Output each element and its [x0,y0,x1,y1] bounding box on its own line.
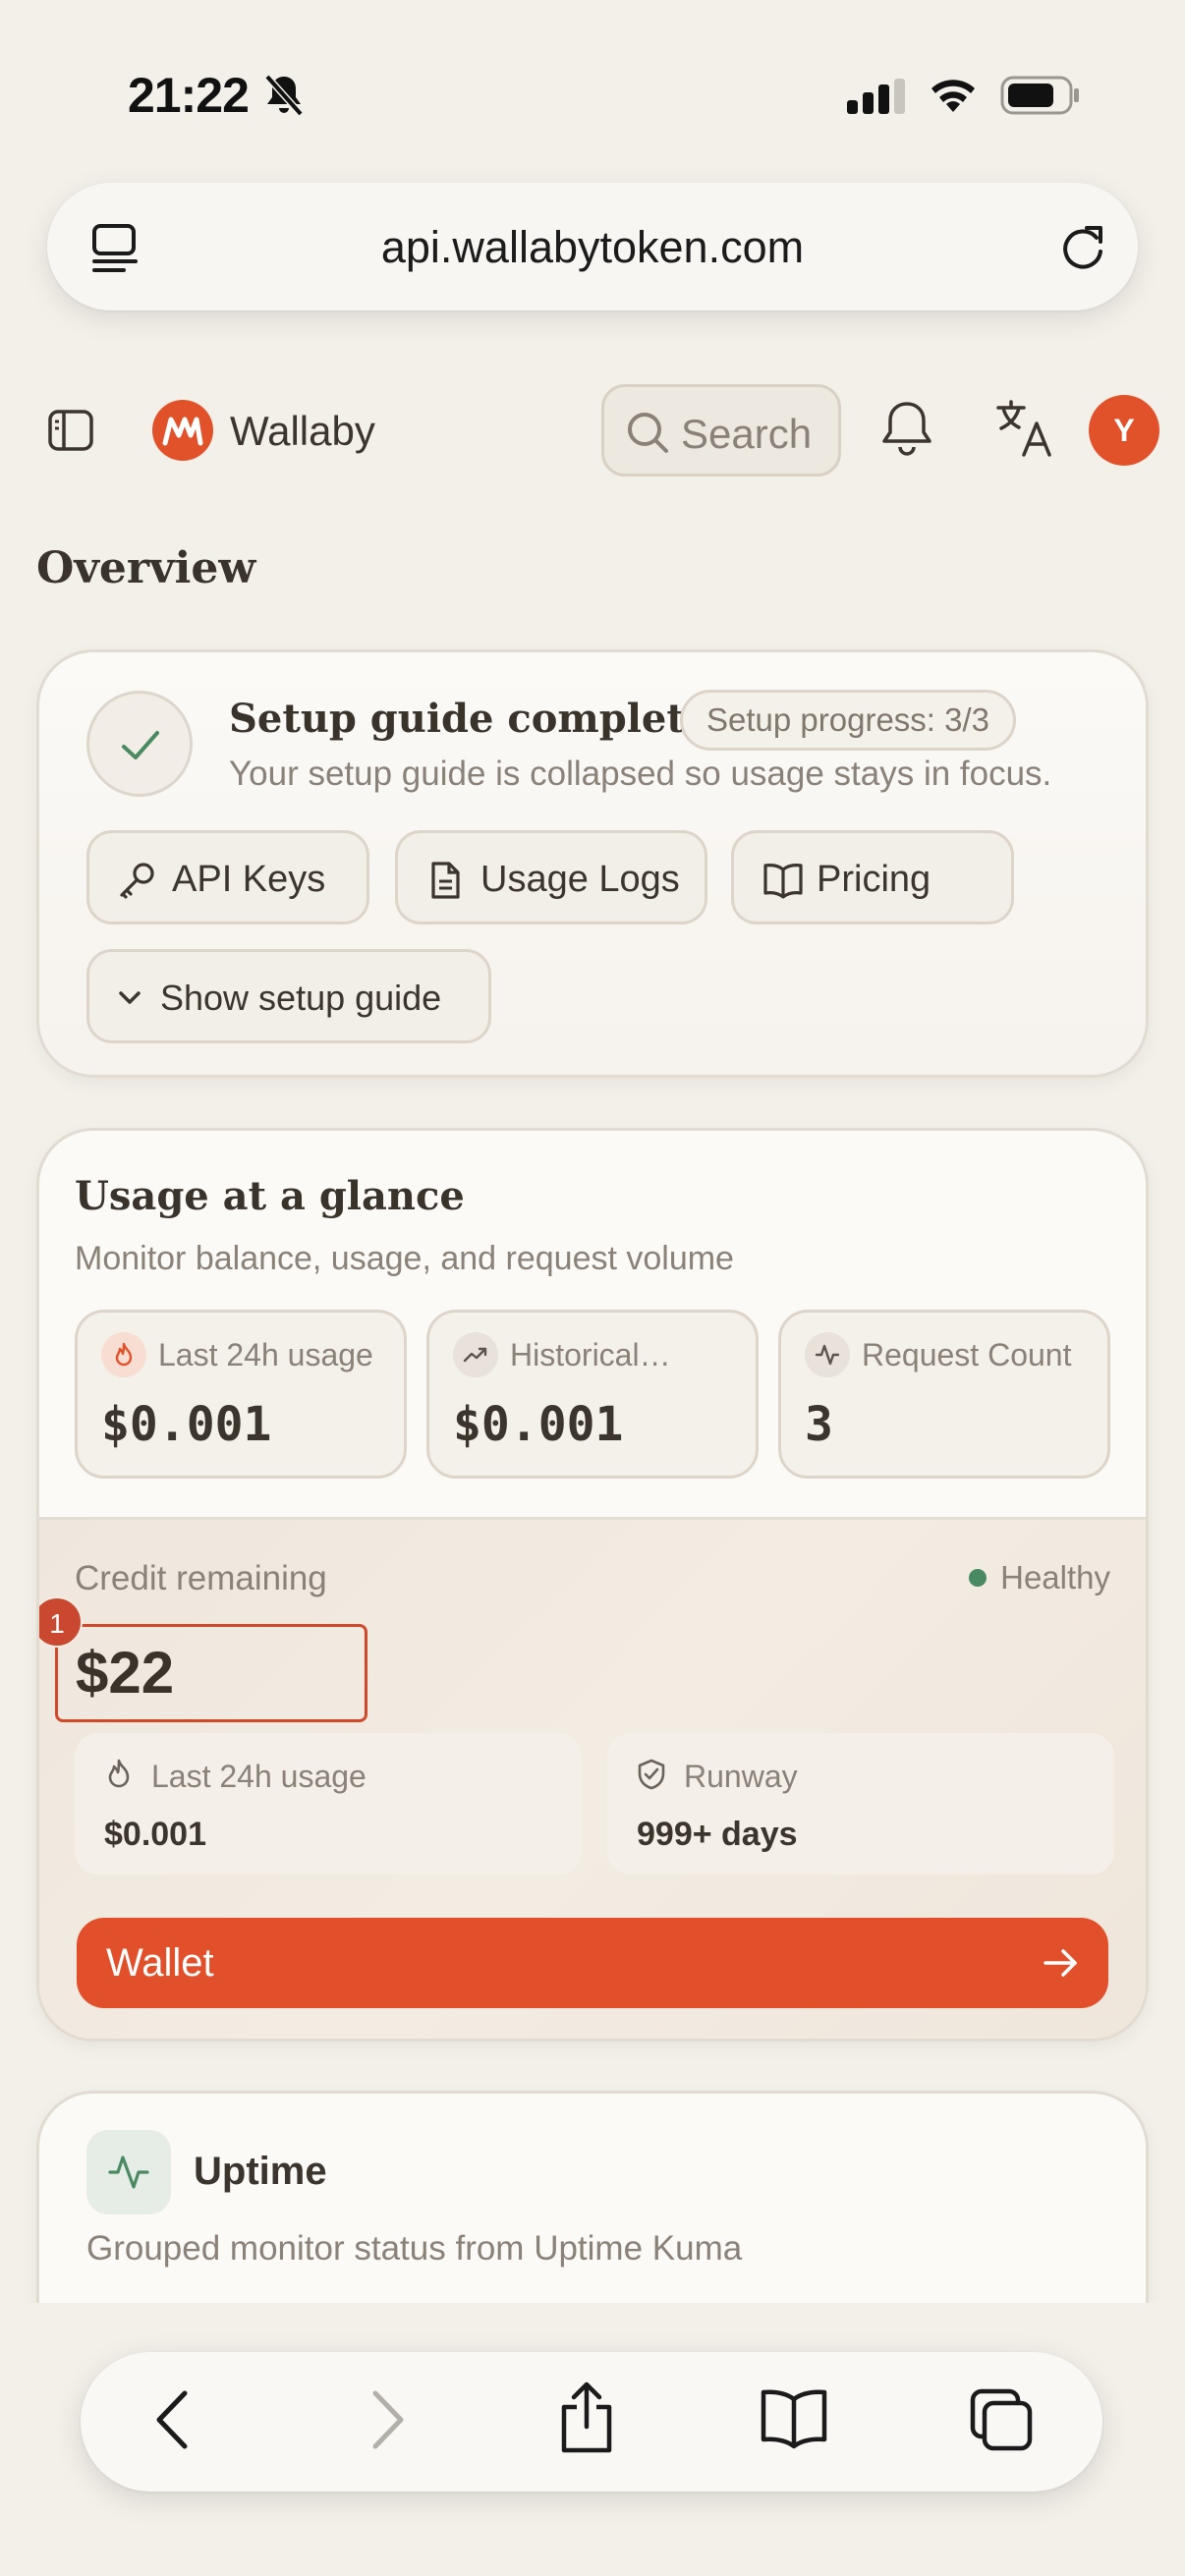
brand-name[interactable]: Wallaby [230,408,375,455]
trending-up-icon [453,1332,498,1377]
search-button[interactable]: Search [601,384,841,476]
last-24h-usage-label: Last 24h usage [151,1759,367,1794]
reload-icon[interactable] [1057,220,1108,275]
stat-value: $0.001 [101,1397,272,1452]
stat-label: Historical… [510,1337,671,1372]
activity-icon [86,2130,171,2214]
stat-label: Request Count [862,1337,1072,1372]
pricing-button[interactable]: Pricing [731,830,1014,924]
api-keys-label: API Keys [172,859,326,900]
runway-box: Runway 999+ days [607,1733,1114,1875]
share-icon[interactable] [556,2380,617,2456]
chevron-down-icon [115,983,144,1013]
usage-logs-label: Usage Logs [480,859,680,900]
cellular-signal-icon [847,79,908,116]
brand-logo[interactable] [152,400,213,461]
sidebar-toggle-icon[interactable] [47,409,94,452]
setup-title: Setup guide complete [229,696,710,742]
setup-progress-badge: Setup progress: 3/3 [680,690,1017,751]
usage-logs-button[interactable]: Usage Logs [395,830,707,924]
check-icon [86,691,193,797]
last-24h-usage-value: $0.001 [104,1816,206,1853]
setup-guide-card: Setup guide complete Setup progress: 3/3… [36,649,1149,1078]
pricing-label: Pricing [817,859,931,900]
credit-section: Credit remaining Healthy $22 Last 24h us… [39,1517,1146,2039]
page-title: Overview [36,543,256,593]
status-dot [969,1569,988,1587]
activity-icon [805,1332,850,1377]
runway-label: Runway [684,1759,798,1794]
translate-icon[interactable] [994,398,1055,461]
search-icon [626,411,669,454]
usage-subtitle: Monitor balance, usage, and request volu… [75,1240,734,1277]
stat-value: $0.001 [453,1397,624,1452]
user-avatar[interactable]: Y [1089,395,1159,466]
browser-toolbar [81,2352,1102,2492]
status-time: 21:22 [128,68,250,123]
show-setup-guide-label: Show setup guide [160,978,442,1018]
stat-last-24h-usage: Last 24h usage $0.001 [75,1310,407,1479]
credit-remaining-label: Credit remaining [75,1559,327,1597]
usage-title: Usage at a glance [75,1173,465,1219]
api-keys-button[interactable]: API Keys [86,830,369,924]
back-icon[interactable] [151,2387,195,2452]
uptime-subtitle: Grouped monitor status from Uptime Kuma [86,2229,743,2268]
stat-request-count: Request Count 3 [778,1310,1110,1479]
stat-historical-usage: Historical… $0.001 [426,1310,759,1479]
shield-check-icon [637,1759,666,1790]
bookmarks-icon[interactable] [759,2387,829,2452]
wallet-button[interactable]: Wallet [77,1918,1108,2008]
stat-label: Last 24h usage [158,1337,373,1372]
flame-icon [104,1759,134,1790]
usage-card: Usage at a glance Monitor balance, usage… [36,1128,1149,2042]
stat-value: 3 [805,1397,833,1452]
health-status-text: Healthy [1000,1559,1110,1596]
health-status: Healthy [969,1559,1110,1596]
document-icon [425,861,465,900]
show-setup-guide-button[interactable]: Show setup guide [86,949,491,1043]
tabs-icon[interactable] [969,2387,1034,2452]
credit-remaining-value: $22 [76,1640,175,1706]
key-icon [117,861,156,900]
wallet-label: Wallet [106,1941,214,1985]
forward-icon[interactable] [366,2387,409,2452]
arrow-right-icon [1042,1943,1081,1983]
notifications-bell-icon[interactable] [876,398,937,461]
flame-icon [101,1332,146,1377]
credit-remaining-value-box: $22 [55,1624,367,1722]
silent-bell-icon [263,73,305,118]
url-text[interactable]: api.wallabytoken.com [47,222,1138,273]
setup-subtitle: Your setup guide is collapsed so usage s… [229,755,1052,793]
runway-value: 999+ days [637,1816,798,1853]
browser-url-bar[interactable]: api.wallabytoken.com [47,183,1138,310]
status-bar: 21:22 [0,0,1185,177]
last-24h-usage-box: Last 24h usage $0.001 [75,1733,582,1875]
uptime-title: Uptime [194,2150,327,2193]
book-open-icon [762,861,805,900]
search-label: Search [681,411,813,457]
wifi-icon [927,75,980,114]
battery-icon [1000,76,1081,115]
